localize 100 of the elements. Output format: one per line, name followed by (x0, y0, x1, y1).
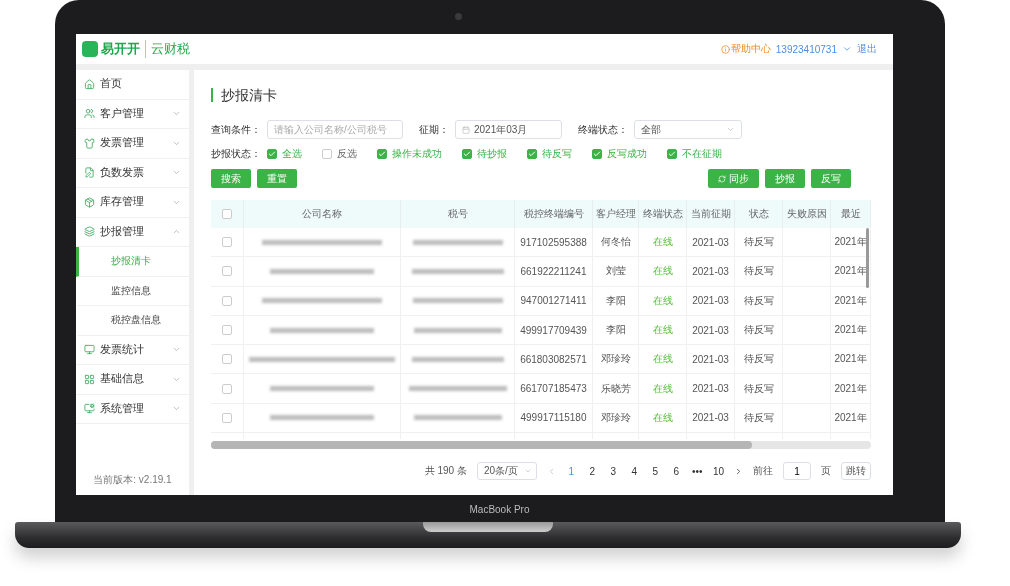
table-cell: 李阳 (593, 286, 639, 316)
query-field[interactable]: 请输入公司名称/公司税号 (267, 120, 403, 139)
sidebar-item[interactable]: 发票管理 (76, 129, 189, 159)
sidebar-item[interactable]: 库存管理 (76, 188, 189, 218)
table-cell: 在线 (639, 228, 687, 258)
table-cell: 917102595388 (515, 228, 593, 258)
column-header: 税控终端编号 (515, 200, 593, 228)
page-unit: 页 (821, 464, 831, 479)
row-checkbox[interactable] (222, 412, 232, 423)
sidebar-item[interactable]: 客户管理 (76, 99, 189, 129)
column-header: 最近 (831, 200, 871, 228)
column-header: 公司名称 (244, 200, 401, 228)
table-cell: 待反写 (735, 315, 783, 346)
total-count: 共 190 条 (424, 464, 467, 479)
table-cell: 何冬怡 (593, 228, 639, 258)
query-label: 查询条件： (211, 122, 261, 137)
table-cell: 李阳 (593, 315, 639, 346)
table-cell: 在线 (639, 286, 687, 316)
table-cell: 2021年 (831, 286, 871, 316)
document-icon (84, 167, 95, 179)
table-cell: 乐晓芳 (593, 374, 639, 404)
checkmark-icon (593, 150, 601, 158)
table-cell: 待反写 (735, 403, 783, 434)
sidebar-item[interactable]: 基础信息 (76, 365, 189, 395)
monitor-icon (84, 344, 95, 356)
sidebar-item[interactable]: 系统管理 (76, 394, 189, 424)
page-input[interactable]: 1 (783, 462, 811, 481)
layers-icon (84, 226, 95, 238)
logo-icon (82, 41, 98, 57)
row-checkbox[interactable] (222, 237, 232, 248)
table-cell: 在线 (639, 257, 687, 287)
users-icon (84, 108, 95, 120)
page-link[interactable]: 6 (670, 465, 682, 477)
home-icon (84, 78, 95, 90)
table-cell: 947001271411 (515, 286, 593, 316)
table-cell: 2021年 (831, 345, 871, 375)
row-checkbox[interactable] (222, 383, 232, 394)
sidebar-subitem[interactable]: 监控信息 (76, 276, 189, 306)
table-cell: 499917709439 (515, 315, 593, 346)
table-cell: 2021年 (831, 315, 871, 346)
table-cell: 2021-03 (687, 315, 735, 346)
page-link[interactable]: 4 (628, 465, 640, 477)
column-header: 终端状态 (639, 200, 687, 228)
select-all-checkbox[interactable] (222, 209, 232, 219)
checkmark-icon (528, 150, 536, 158)
status-checkbox[interactable]: 反选 (322, 147, 357, 161)
table-cell: 2021-03 (687, 374, 735, 404)
scrollbar[interactable] (866, 228, 869, 288)
checkmark-icon (668, 150, 676, 158)
column-header: 税号 (401, 200, 515, 228)
period-field[interactable]: 2021年03月 (455, 120, 562, 139)
checkmark-icon (463, 150, 471, 158)
sidebar-item[interactable]: 首页 (76, 70, 189, 100)
refresh-icon (718, 174, 726, 183)
table-cell: 661803082571 (515, 345, 593, 375)
user-phone: 13923410731 (775, 43, 837, 55)
table-cell: 在线 (639, 374, 687, 404)
page-size-select[interactable]: 20条/页 (476, 462, 537, 481)
column-header: 失败原因 (783, 200, 831, 228)
sidebar-item[interactable]: 抄报管理 (76, 217, 189, 247)
page-link[interactable]: 2 (586, 465, 598, 477)
product-name: 云财税 (145, 40, 190, 58)
next-page-icon[interactable] (734, 466, 743, 476)
device-label: MacBook Pro (469, 504, 530, 515)
row-checkbox[interactable] (222, 266, 232, 277)
row-checkbox[interactable] (222, 325, 232, 336)
table-cell: 在线 (639, 403, 687, 434)
page-link[interactable]: 3 (607, 465, 619, 477)
period-label: 征期： (419, 122, 449, 137)
checkmark-icon (378, 150, 386, 158)
table-cell: 2021-03 (687, 403, 735, 434)
checkmark-icon (268, 150, 276, 158)
table-cell: 2021-03 (687, 345, 735, 375)
page-link[interactable]: 5 (649, 465, 661, 477)
table-cell: 2021年 (831, 403, 871, 434)
sidebar-item[interactable]: 发票统计 (76, 335, 189, 365)
table-cell: 邓珍玲 (593, 345, 639, 375)
terminal-status-select[interactable]: 全部 (634, 120, 742, 139)
jump-button[interactable]: 跳转 (841, 462, 871, 481)
horizontal-scrollbar[interactable] (211, 441, 871, 450)
table-cell: 在线 (639, 315, 687, 346)
table-cell: 待反写 (735, 374, 783, 404)
caret-icon[interactable] (842, 44, 852, 54)
page-link[interactable]: ••• (691, 465, 703, 477)
calendar-icon (462, 125, 470, 134)
table-cell: 2021-03 (687, 286, 735, 316)
row-checkbox[interactable] (222, 354, 232, 365)
page-link[interactable]: 10 (712, 465, 724, 477)
grid-icon (84, 373, 95, 385)
column-header: 客户经理 (593, 200, 639, 228)
goto-label: 前往 (753, 464, 773, 479)
sidebar-subitem[interactable]: 税控盘信息 (76, 306, 189, 336)
column-header: 状态 (735, 200, 783, 228)
brand-name: 易开开 (101, 40, 140, 58)
row-checkbox[interactable] (222, 295, 232, 306)
table-cell: 刘莹 (593, 257, 639, 287)
shirt-icon (84, 137, 95, 149)
logout-link[interactable]: 退出 (857, 42, 877, 56)
table-cell: 499917115180 (515, 403, 593, 434)
sidebar-item[interactable]: 负数发票 (76, 158, 189, 188)
